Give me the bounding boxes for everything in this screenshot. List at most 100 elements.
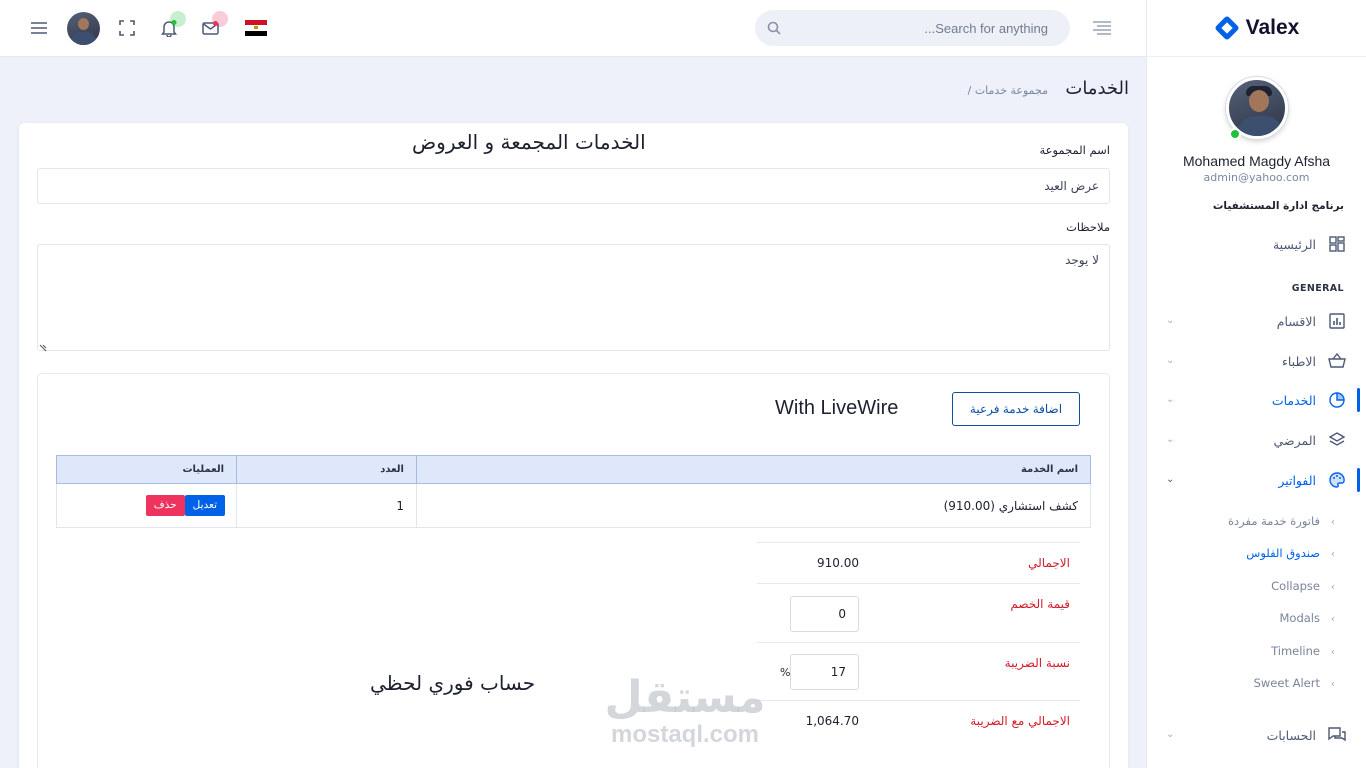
hamburger-menu-icon[interactable] [28, 17, 50, 39]
tax-label: نسبة الضريبة [1004, 656, 1070, 670]
sub-item-cash-box[interactable]: صندوق الفلوس ‹ [1146, 538, 1366, 568]
egypt-flag-icon[interactable] [245, 20, 267, 36]
profile-name: Mohamed Magdy Afsha [1182, 153, 1331, 169]
sidebar-item-services[interactable]: ⌄ الخدمات [1146, 382, 1366, 418]
chevron-left-icon: ‹ [1330, 644, 1336, 658]
sidebar-item-label: الحسابات [1266, 727, 1316, 743]
sub-item-label: Sweet Alert [1253, 676, 1320, 690]
dashboard-grid-icon [1328, 235, 1346, 253]
chevron-down-icon: ⌄ [1166, 434, 1175, 445]
discount-input[interactable]: 0 [790, 596, 859, 632]
chat-icon [1328, 726, 1346, 744]
notes-label: ملاحظات [1066, 220, 1110, 234]
sub-item-modals[interactable]: Modals ‹ [1146, 603, 1366, 633]
sub-item-sweet-alert[interactable]: Sweet Alert ‹ [1146, 668, 1366, 698]
chevron-left-icon: ‹ [1330, 676, 1336, 690]
table-row: حذف تعديل 1 كشف استشاري (910.00) [56, 483, 1091, 528]
group-name-label: اسم المجموعة [1039, 143, 1110, 157]
column-header-count: العدد [236, 455, 417, 484]
discount-label: قيمة الخصم [1010, 597, 1070, 611]
text-align-icon[interactable] [1091, 17, 1113, 39]
sidebar: Valex Mohamed Magdy Afsha admin@yahoo.co… [1146, 0, 1366, 768]
sidebar-item-departments[interactable]: ⌄ الاقسام [1146, 303, 1366, 339]
sub-item-label: Modals [1279, 611, 1321, 625]
edit-button[interactable]: تعديل [184, 495, 225, 516]
discount-row: قيمة الخصم 0 [757, 583, 1080, 642]
search-icon[interactable] [767, 21, 781, 35]
user-profile: Mohamed Magdy Afsha admin@yahoo.com [1147, 57, 1366, 184]
header-avatar[interactable] [67, 12, 100, 45]
chevron-left-icon: ‹ [1330, 579, 1336, 593]
sidebar-item-label: الاطباء [1281, 353, 1316, 369]
search-input[interactable] [781, 20, 1048, 36]
row-count-cell: 1 [236, 483, 417, 528]
sub-item-label: Timeline [1271, 644, 1320, 658]
sub-item-timeline[interactable]: Timeline ‹ [1146, 636, 1366, 666]
layers-icon [1328, 431, 1346, 449]
breadcrumb[interactable]: / مجموعة خدمات [968, 84, 1048, 97]
total-label: الاجمالي [1028, 556, 1070, 570]
sub-item-label: صندوق الفلوس [1246, 546, 1320, 560]
total-with-tax-row: الاجمالي مع الضريبة 1,064.70 [757, 700, 1080, 768]
mail-icon[interactable] [199, 17, 221, 39]
search-bar[interactable] [755, 10, 1070, 46]
column-header-actions: العمليات [56, 455, 237, 484]
table-header-row: العمليات العدد اسم الخدمة [56, 455, 1091, 484]
sub-item-label: Collapse [1271, 579, 1320, 593]
card-title: الخدمات المجمعة و العروض [412, 130, 646, 154]
row-service-name-cell: كشف استشاري (910.00) [416, 483, 1091, 528]
sub-item-label: فاتورة خدمة مفردة [1228, 514, 1320, 528]
brand-name: Valex [1245, 16, 1300, 39]
chevron-down-icon: ⌄ [1166, 474, 1175, 485]
app-title: برنامج ادارة المستشفيات [1212, 200, 1344, 212]
online-status-dot [1228, 128, 1241, 140]
percent-sign: % [780, 666, 791, 679]
sidebar-item-accounts[interactable]: ⌄ الحسابات [1146, 717, 1366, 753]
resize-handle-icon[interactable] [39, 341, 47, 355]
instant-calc-title: حساب فوري لحظي [370, 671, 536, 695]
top-header [0, 0, 1146, 57]
fullscreen-icon[interactable] [116, 17, 138, 39]
notes-textarea[interactable]: لا يوجد [37, 244, 1110, 351]
page-title: الخدمات [1065, 78, 1129, 99]
add-sub-service-button[interactable]: اضافة خدمة فرعية [952, 392, 1080, 426]
delete-button[interactable]: حذف [145, 495, 185, 516]
section-general: GENERAL [1291, 283, 1344, 294]
sidebar-item-label: المرضي [1273, 432, 1316, 448]
watermark-logo: مستقل mostaql.com [600, 673, 770, 747]
bar-chart-icon [1328, 312, 1346, 330]
chevron-down-icon: ⌄ [1166, 315, 1175, 326]
sidebar-item-home[interactable]: الرئيسية [1146, 226, 1366, 262]
sub-item-single-service-invoice[interactable]: فاتورة خدمة مفردة ‹ [1146, 506, 1366, 536]
chevron-down-icon: ⌄ [1166, 729, 1175, 740]
tax-row: نسبة الضريبة 17 % [757, 642, 1080, 700]
bell-icon[interactable] [158, 17, 180, 39]
total-with-tax-value: 1,064.70 [805, 714, 859, 728]
row-actions-cell: حذف تعديل [56, 483, 237, 528]
tax-rate-input[interactable]: 17 [790, 654, 859, 690]
watermark-arabic: مستقل [604, 672, 766, 723]
sidebar-item-invoices[interactable]: ⌄ الفواتير [1146, 462, 1366, 498]
sidebar-item-patients[interactable]: ⌄ المرضي [1146, 422, 1366, 458]
palette-icon [1328, 471, 1346, 489]
livewire-title: With LiveWire [775, 397, 899, 419]
sidebar-item-doctors[interactable]: ⌄ الاطباء [1146, 343, 1366, 379]
pie-chart-icon [1328, 391, 1346, 409]
sidebar-item-label: الاقسام [1276, 313, 1316, 329]
chevron-down-icon: ⌄ [1166, 394, 1175, 405]
sidebar-item-label: الخدمات [1271, 392, 1316, 408]
total-with-tax-label: الاجمالي مع الضريبة [970, 714, 1070, 728]
column-header-service-name: اسم الخدمة [416, 455, 1091, 484]
sidebar-item-label: الفواتير [1278, 472, 1316, 488]
sidebar-item-label: الرئيسية [1272, 236, 1316, 252]
brand-logo[interactable]: Valex [1147, 0, 1366, 57]
chevron-left-icon: ‹ [1330, 514, 1336, 528]
chevron-down-icon: ⌄ [1166, 355, 1175, 366]
total-value: 910.00 [817, 556, 859, 570]
chevron-left-icon: ‹ [1330, 611, 1336, 625]
group-name-field[interactable]: عرض العيد [37, 168, 1110, 204]
total-row: الاجمالي 910.00 [757, 542, 1080, 583]
basket-icon [1328, 352, 1346, 370]
sub-item-collapse[interactable]: Collapse ‹ [1146, 571, 1366, 601]
services-table: العمليات العدد اسم الخدمة حذف تعديل 1 كشف… [56, 455, 1091, 528]
